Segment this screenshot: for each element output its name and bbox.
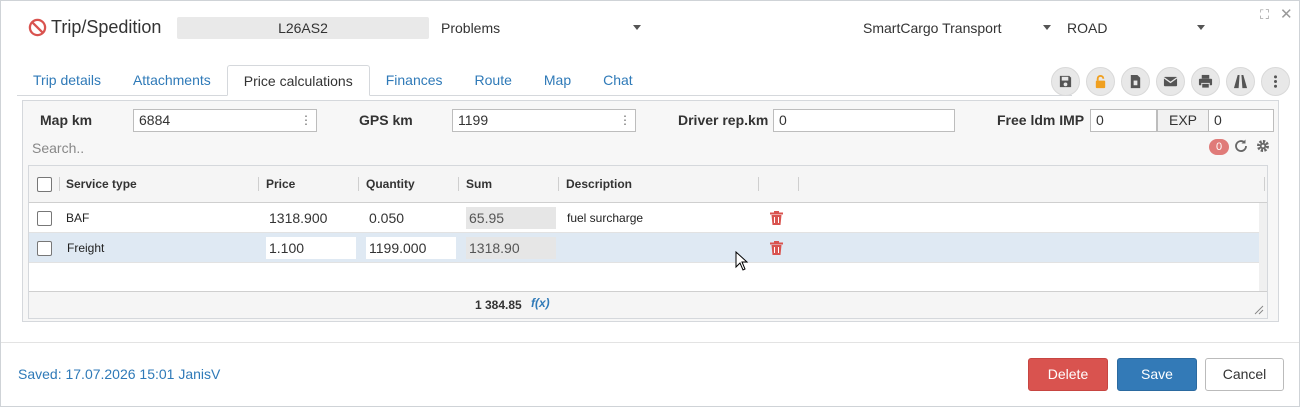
map-km-value: 6884 — [139, 112, 171, 128]
select-all-checkbox[interactable] — [37, 177, 52, 192]
row-checkbox[interactable] — [37, 211, 52, 226]
document-icon-button[interactable] — [1121, 67, 1150, 96]
close-icon[interactable]: ✕ — [1280, 5, 1293, 23]
road-icon-button[interactable] — [1226, 67, 1255, 96]
dialog-title: Trip/Spedition — [28, 17, 161, 38]
gear-icon[interactable] — [1255, 138, 1271, 154]
map-km-label: Map km — [40, 112, 93, 128]
column-separator — [59, 177, 60, 191]
sum-cell: 65.95 — [466, 207, 556, 229]
price-input[interactable]: 1.100 — [266, 237, 356, 259]
col-price[interactable]: Price — [266, 166, 295, 203]
search-input[interactable]: Search.. — [32, 140, 84, 156]
price-calculations-panel: Map km 6884 ⋮ GPS km 1199 ⋮ Driver rep.k… — [22, 100, 1279, 322]
refresh-icon[interactable] — [1233, 138, 1249, 154]
driver-km-label: Driver rep.km — [678, 112, 769, 128]
map-km-menu-icon[interactable]: ⋮ — [300, 110, 312, 131]
cancel-button[interactable]: Cancel — [1205, 358, 1284, 391]
column-separator — [558, 177, 559, 191]
mode-select[interactable]: ROAD — [1067, 17, 1207, 39]
ban-icon — [28, 18, 47, 37]
unlock-icon — [1095, 75, 1106, 89]
col-service-type[interactable]: Service type — [66, 166, 137, 203]
maximize-icon[interactable]: ⛶ — [1260, 7, 1269, 23]
column-separator — [358, 177, 359, 191]
tab-bar: Trip details Attachments Price calculati… — [17, 65, 649, 96]
column-separator — [258, 177, 259, 191]
status-chevron-down-icon[interactable] — [633, 25, 641, 30]
action-toolbar — [1051, 67, 1290, 96]
column-separator — [758, 177, 759, 191]
column-separator — [798, 177, 799, 191]
save-icon-button[interactable] — [1051, 67, 1080, 96]
driver-km-input[interactable]: 0 — [773, 109, 955, 132]
print-icon — [1198, 74, 1213, 89]
gps-km-menu-icon[interactable]: ⋮ — [619, 110, 631, 131]
grid-scrollbar[interactable] — [1259, 203, 1267, 291]
service-type-cell: Freight — [67, 241, 105, 255]
tab-chat[interactable]: Chat — [587, 65, 649, 96]
mode-chevron-down-icon[interactable] — [1197, 25, 1205, 30]
quantity-input[interactable]: 0.050 — [366, 207, 456, 229]
sum-total: 1 384.85 — [475, 298, 522, 312]
mail-icon-button[interactable] — [1156, 67, 1185, 96]
resize-handle-icon[interactable] — [1254, 305, 1264, 315]
gps-km-label: GPS km — [359, 112, 413, 128]
more-icon-button[interactable] — [1261, 67, 1290, 96]
gps-km-input[interactable]: 1199 ⋮ — [452, 109, 636, 132]
tab-price-calculations[interactable]: Price calculations — [226, 65, 370, 96]
service-type-cell: BAF — [66, 211, 90, 225]
save-icon — [1059, 75, 1072, 88]
more-icon — [1274, 75, 1277, 88]
road-icon — [1233, 74, 1248, 89]
print-icon-button[interactable] — [1191, 67, 1220, 96]
exp-label: EXP — [1157, 109, 1209, 132]
col-description[interactable]: Description — [566, 166, 632, 203]
tab-attachments[interactable]: Attachments — [117, 65, 227, 96]
save-button[interactable]: Save — [1117, 358, 1197, 391]
saved-status: Saved: 17.07.2026 15:01 JanisV — [18, 366, 221, 382]
col-sum[interactable]: Sum — [466, 166, 492, 203]
delete-button[interactable]: Delete — [1028, 358, 1108, 391]
column-separator — [458, 177, 459, 191]
table-row[interactable]: Freight 1.100 1199.000 1318.90 — [29, 233, 1267, 263]
sum-cell: 1318.90 — [466, 237, 556, 259]
mouse-cursor-icon — [735, 251, 748, 271]
free-ldm-imp-input[interactable]: 0 — [1090, 109, 1157, 132]
status-select[interactable]: Problems — [441, 17, 641, 39]
company-chevron-down-icon[interactable] — [1043, 25, 1051, 30]
free-ldm-exp-input[interactable]: 0 — [1208, 109, 1274, 132]
dialog-header: Trip/Spedition L26AS2 Problems SmartCarg… — [1, 1, 1299, 53]
tab-route[interactable]: Route — [459, 65, 528, 96]
trip-dialog: Trip/Spedition L26AS2 Problems SmartCarg… — [0, 0, 1300, 407]
description-cell[interactable]: fuel surcharge — [567, 203, 643, 233]
footer-divider — [1, 342, 1299, 343]
col-quantity[interactable]: Quantity — [366, 166, 415, 203]
document-icon — [1130, 74, 1141, 89]
table-row[interactable]: BAF 1318.900 0.050 65.95 fuel surcharge — [29, 203, 1267, 233]
row-checkbox[interactable] — [37, 241, 52, 256]
filter-count-badge[interactable]: 0 — [1209, 139, 1229, 155]
grid-header: Service type Price Quantity Sum Descript… — [29, 166, 1267, 203]
mail-icon — [1163, 76, 1178, 87]
column-separator — [1264, 177, 1265, 191]
unlock-icon-button[interactable] — [1086, 67, 1115, 96]
services-grid: Service type Price Quantity Sum Descript… — [28, 165, 1268, 319]
quantity-input[interactable]: 1199.000 — [366, 237, 456, 259]
trash-icon[interactable] — [770, 211, 783, 225]
price-input[interactable]: 1318.900 — [266, 207, 356, 229]
company-select[interactable]: SmartCargo Transport — [863, 17, 1053, 39]
trash-icon[interactable] — [770, 241, 783, 255]
gps-km-value: 1199 — [458, 112, 489, 128]
tab-trip-details[interactable]: Trip details — [17, 65, 117, 96]
free-ldm-label: Free ldm IMP — [997, 112, 1085, 128]
trip-code-field[interactable]: L26AS2 — [177, 17, 429, 39]
grid-footer: 1 384.85 f(x) — [29, 291, 1267, 318]
formula-icon[interactable]: f(x) — [531, 296, 550, 310]
map-km-input[interactable]: 6884 ⋮ — [133, 109, 317, 132]
dialog-title-text: Trip/Spedition — [51, 17, 162, 37]
tab-map[interactable]: Map — [528, 65, 587, 96]
tab-finances[interactable]: Finances — [370, 65, 459, 96]
